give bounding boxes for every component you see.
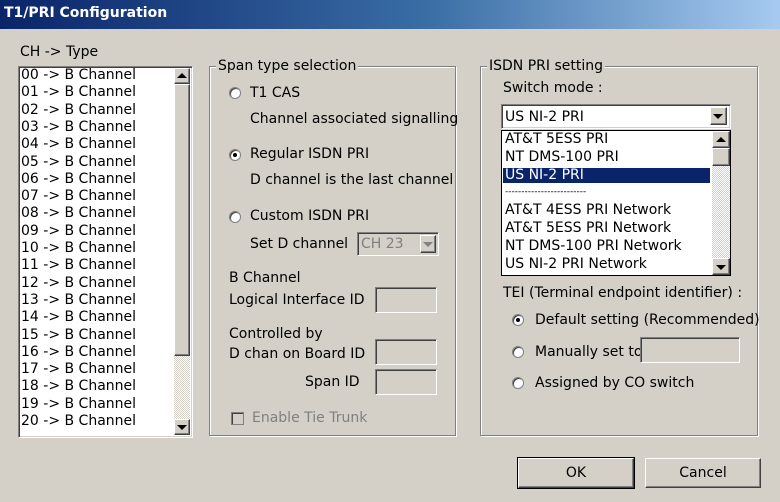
channel-item[interactable]: 14 -> B Channel — [21, 310, 136, 325]
chevron-down-icon — [713, 114, 723, 119]
dropdown-scroll-up[interactable] — [712, 131, 730, 148]
span-id-field[interactable] — [375, 369, 437, 395]
tie-trunk-checkbox[interactable] — [231, 412, 244, 425]
switch-mode-option[interactable]: AT&T 5ESS PRI — [503, 132, 710, 147]
channel-item[interactable]: 12 -> B Channel — [21, 275, 136, 291]
switch-mode-option[interactable]: US NI-2 PRI Network — [503, 256, 710, 272]
channel-item[interactable]: 13 -> B Channel — [21, 292, 136, 308]
logical-interface-field[interactable] — [375, 287, 437, 313]
tei-label: TEI (Terminal endpoint identifier) : — [503, 285, 743, 301]
regular-isdn-radio[interactable] — [229, 149, 241, 161]
regular-isdn-label: Regular ISDN PRI — [250, 146, 370, 162]
board-id-label: D chan on Board ID — [229, 346, 366, 362]
dropdown-scroll-down[interactable] — [712, 258, 730, 275]
arrow-down-icon — [177, 425, 187, 430]
d-channel-select[interactable]: CH 23 — [357, 232, 439, 256]
cancel-button[interactable]: Cancel — [645, 458, 761, 488]
span-id-label: Span ID — [305, 374, 360, 390]
tei-default-radio[interactable] — [512, 314, 524, 326]
tei-default-label: Default setting (Recommended) — [535, 312, 760, 328]
t1cas-label: T1 CAS — [250, 85, 301, 101]
custom-isdn-radio[interactable] — [229, 211, 241, 223]
channel-item[interactable]: 05 -> B Channel — [21, 154, 136, 170]
window-title: T1/PRI Configuration — [4, 5, 168, 21]
chevron-down-icon — [423, 242, 433, 247]
logical-interface-label: Logical Interface ID — [229, 292, 365, 308]
arrow-up-icon — [716, 137, 726, 142]
channel-item[interactable]: 04 -> B Channel — [21, 137, 136, 152]
ok-button[interactable]: OK — [517, 457, 635, 489]
channel-list-header: CH -> Type — [20, 44, 99, 60]
channel-item[interactable]: 01 -> B Channel — [21, 85, 136, 100]
switch-mode-option[interactable]: US NI-2 PRI — [503, 167, 710, 183]
channel-item[interactable]: 06 -> B Channel — [21, 171, 136, 187]
switch-mode-dropdown-button[interactable] — [710, 107, 727, 125]
d-channel-value: CH 23 — [361, 236, 404, 252]
switch-mode-option[interactable]: NT DMS-100 PRI Network — [503, 238, 710, 254]
channel-item[interactable]: 03 -> B Channel — [21, 119, 136, 135]
channel-item[interactable]: 16 -> B Channel — [21, 344, 136, 360]
regular-isdn-description: D channel is the last channel — [250, 172, 454, 188]
scroll-up-button[interactable] — [174, 68, 190, 84]
b-channel-label: B Channel — [229, 270, 301, 286]
channel-item[interactable]: 17 -> B Channel — [21, 362, 136, 377]
set-d-channel-label: Set D channel — [250, 236, 349, 252]
custom-isdn-label: Custom ISDN PRI — [250, 208, 370, 224]
tei-manual-radio[interactable] — [512, 346, 524, 358]
controlled-by-label: Controlled by — [229, 326, 323, 342]
tei-manual-field[interactable] — [640, 337, 740, 363]
channel-listbox[interactable]: 00 -> B Channel 01 -> B Channel 02 -> B Ch… — [18, 66, 193, 438]
arrow-down-icon — [716, 265, 726, 270]
channel-item[interactable]: 10 -> B Channel — [21, 241, 136, 256]
switch-mode-label: Switch mode : — [503, 80, 603, 96]
tei-co-radio[interactable] — [512, 377, 524, 389]
t1cas-description: Channel associated signalling — [250, 111, 459, 127]
channel-item[interactable]: 20 -> B Channel — [21, 414, 136, 429]
tei-manual-label: Manually set to — [535, 344, 643, 360]
tie-trunk-label: Enable Tie Trunk — [252, 410, 368, 426]
dropdown-scroll-thumb[interactable] — [712, 148, 730, 166]
switch-mode-option[interactable]: AT&T 5ESS PRI Network — [503, 221, 710, 236]
isdn-setting-legend: ISDN PRI setting — [487, 58, 606, 74]
t1cas-radio[interactable] — [229, 87, 241, 99]
switch-mode-option[interactable]: ------------------------- — [503, 185, 710, 200]
switch-mode-option[interactable]: NT DMS-100 PRI — [503, 149, 710, 165]
arrow-up-icon — [177, 73, 187, 78]
board-id-field[interactable] — [375, 339, 437, 365]
tei-co-label: Assigned by CO switch — [535, 375, 695, 391]
channel-item[interactable]: 08 -> B Channel — [21, 206, 136, 221]
switch-mode-option[interactable]: AT&T 4ESS PRI Network — [503, 203, 710, 218]
channel-item[interactable]: 07 -> B Channel — [21, 189, 136, 204]
channel-item[interactable]: 15 -> B Channel — [21, 327, 136, 343]
scroll-thumb[interactable] — [174, 84, 190, 356]
dialog-window: T1/PRI Configuration CH -> Type 00 -> B … — [0, 0, 780, 502]
channel-item[interactable]: 11 -> B Channel — [21, 258, 136, 273]
scroll-down-button[interactable] — [174, 419, 190, 435]
title-bar[interactable]: T1/PRI Configuration — [0, 0, 780, 29]
channel-item[interactable]: 02 -> B Channel — [21, 102, 136, 118]
channel-item[interactable]: 18 -> B Channel — [21, 379, 136, 394]
switch-mode-dropdown-list[interactable]: AT&T 5ESS PRI NT DMS-100 PRI US NI-2 PRI --… — [501, 130, 731, 276]
span-type-legend: Span type selection — [216, 58, 359, 74]
channel-item[interactable]: 09 -> B Channel — [21, 223, 136, 239]
channel-item[interactable]: 00 -> B Channel — [21, 68, 136, 83]
d-channel-dropdown-button[interactable] — [420, 235, 436, 253]
switch-mode-select[interactable]: US NI-2 PRI — [501, 104, 731, 129]
switch-mode-value: US NI-2 PRI — [505, 109, 584, 125]
channel-item[interactable]: 19 -> B Channel — [21, 396, 136, 412]
